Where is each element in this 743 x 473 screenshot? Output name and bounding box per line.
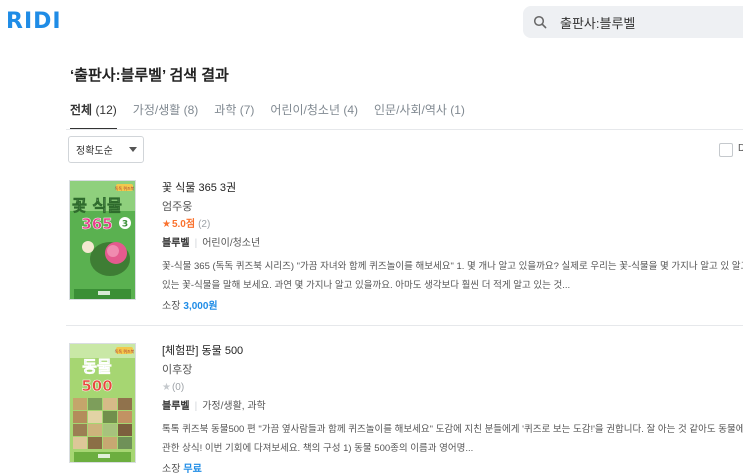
star-icon: ★ <box>162 382 171 393</box>
book-author[interactable]: 이후장 <box>162 363 743 377</box>
tab-label: 어린이/청소년 <box>270 103 340 117</box>
filter-checkbox[interactable] <box>719 143 733 157</box>
book-title[interactable]: 꽃 식물 365 3권 <box>162 180 743 196</box>
star-icon: ★ <box>162 219 171 230</box>
book-category[interactable]: 가정/생활, 과학 <box>202 401 266 412</box>
book-rating: ★ 5.0점 (2) <box>162 218 743 232</box>
tab-count: (4) <box>343 103 358 117</box>
book-publisher[interactable]: 블루벨 <box>162 401 190 412</box>
ridi-logo[interactable]: RIDI <box>6 9 62 34</box>
rating-score: 5.0점 <box>171 219 196 230</box>
book-info: 꽃 식물 365 3권 엄주웅 ★ 5.0점 (2) 블루벨 | 어린이/청소년 꽃… <box>162 180 743 314</box>
tab-label: 전체 <box>70 103 93 117</box>
book-rating: ★ (0) <box>162 381 743 395</box>
price-label: 소장 <box>162 301 181 312</box>
tab-label: 인문/사회/역사 <box>374 103 447 117</box>
list-divider <box>66 325 743 326</box>
price-label: 소장 <box>162 464 181 473</box>
price-amount: 무료 <box>183 464 202 473</box>
sort-selected-label: 정확도순 <box>76 146 113 157</box>
book-meta: 블루벨 | 어린이/청소년 <box>162 237 743 251</box>
price-amount: 3,000원 <box>183 301 218 312</box>
tab-children[interactable]: 어린이/청소년 (4) <box>270 100 358 130</box>
book-publisher[interactable]: 블루벨 <box>162 238 190 249</box>
sort-select[interactable]: 정확도순 <box>68 136 144 163</box>
cover-number: 365 <box>81 215 112 233</box>
meta-separator: | <box>194 238 198 249</box>
cover-volume: 3 <box>122 220 128 230</box>
book-price: 소장 무료 <box>162 463 743 473</box>
filter-checkbox-label: D <box>738 143 743 154</box>
tab-science[interactable]: 과학 (7) <box>214 100 254 130</box>
tab-count: (7) <box>239 103 255 117</box>
tabs-divider <box>66 129 743 130</box>
cover-badge: 독독 퀴즈북 <box>115 185 135 191</box>
book-info: [체험판] 동물 500 이후장 ★ (0) 블루벨 | 가정/생활, 과학 톡톡 … <box>162 343 743 473</box>
cover-badge: 독독 퀴즈북 <box>115 348 135 354</box>
book-description: 톡톡 퀴즈북 동물500 편 "가끔 옆사람들과 함께 퀴즈놀이를 해보세요" … <box>162 424 743 454</box>
search-input[interactable] <box>560 14 740 30</box>
book-category[interactable]: 어린이/청소년 <box>202 238 260 249</box>
tab-all[interactable]: 전체 (12) <box>70 100 117 130</box>
rating-count: (0) <box>171 382 185 393</box>
tab-home-life[interactable]: 가정/생활 (8) <box>133 100 199 130</box>
cover-number: 500 <box>81 377 112 395</box>
book-description: 꽃-식물 365 (독독 퀴즈북 시리즈) "가끔 자녀와 함께 퀴즈놀이를 해… <box>162 261 743 291</box>
tab-label: 가정/생활 <box>132 103 181 117</box>
book-price: 소장 3,000원 <box>162 300 743 314</box>
book-title[interactable]: [체험판] 동물 500 <box>162 343 743 359</box>
book-author[interactable]: 엄주웅 <box>162 200 743 214</box>
category-tabs: 전체 (12) 가정/생활 (8) 과학 (7) 어린이/청소년 (4) 인문/… <box>70 100 481 130</box>
cover-title: 동물 <box>82 357 112 376</box>
book-cover[interactable]: 독독 퀴즈북 꽃 식물 365 3 <box>69 180 136 300</box>
tab-count: (12) <box>95 103 117 117</box>
search-icon <box>532 14 548 30</box>
rating-count: (2) <box>198 219 211 230</box>
cover-title: 꽃 식물 <box>72 196 122 215</box>
meta-separator: | <box>194 401 198 412</box>
tab-label: 과학 <box>214 103 237 117</box>
caret-down-icon <box>129 147 137 152</box>
tab-count: (8) <box>183 103 199 117</box>
tab-humanities[interactable]: 인문/사회/역사 (1) <box>374 100 465 130</box>
book-meta: 블루벨 | 가정/생활, 과학 <box>162 400 743 414</box>
book-cover[interactable]: 독독 퀴즈북 동물 500 <box>69 343 136 463</box>
search-result-title: ‘출판사:블루벨’ 검색 결과 <box>70 67 229 84</box>
search-bar[interactable] <box>523 6 743 38</box>
tab-count: (1) <box>450 103 465 117</box>
